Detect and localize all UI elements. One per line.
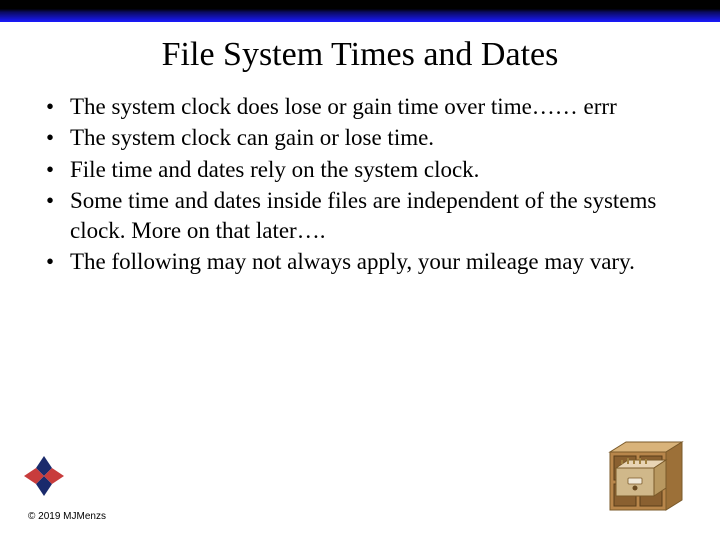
- header-bar: [0, 0, 720, 22]
- copyright-text: © 2019 MJMenzs: [28, 511, 106, 522]
- file-cabinet-icon: [604, 438, 690, 514]
- list-item: The following may not always apply, your…: [70, 247, 670, 276]
- diamond-logo-icon: [22, 454, 66, 498]
- page-title: File System Times and Dates: [40, 36, 680, 74]
- bullet-list: The system clock does lose or gain time …: [40, 92, 670, 277]
- list-item: The system clock can gain or lose time.: [70, 123, 670, 152]
- list-item: Some time and dates inside files are ind…: [70, 186, 670, 245]
- list-item: The system clock does lose or gain time …: [70, 92, 670, 121]
- list-item: File time and dates rely on the system c…: [70, 155, 670, 184]
